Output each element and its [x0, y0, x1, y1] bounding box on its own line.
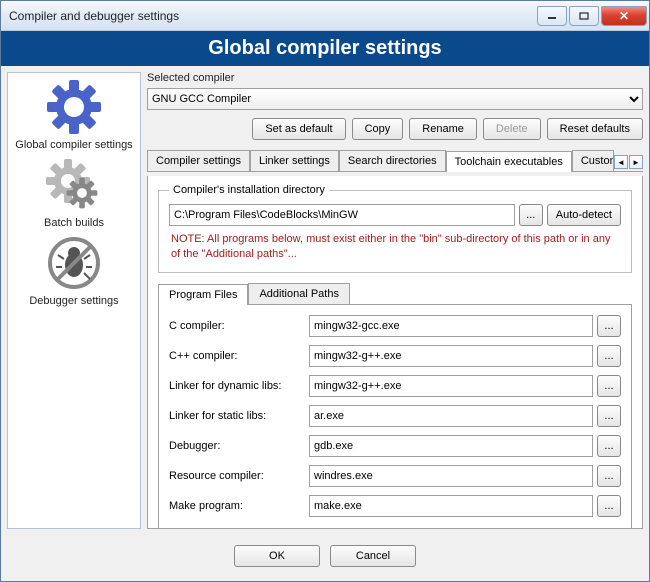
titlebar[interactable]: Compiler and debugger settings ✕	[1, 1, 649, 31]
rename-button[interactable]: Rename	[409, 118, 477, 140]
reset-defaults-button[interactable]: Reset defaults	[547, 118, 643, 140]
sidebar-item-label: Global compiler settings	[15, 139, 132, 151]
inner-tabbar: Program Files Additional Paths	[158, 283, 632, 305]
resource-compiler-label: Resource compiler:	[169, 470, 305, 482]
install-dir-fieldset: Compiler's installation directory ... Au…	[158, 184, 632, 273]
resource-compiler-browse[interactable]: ...	[597, 465, 621, 487]
banner-title: Global compiler settings	[1, 31, 649, 66]
sidebar: Global compiler settings	[7, 72, 141, 529]
make-program-label: Make program:	[169, 500, 305, 512]
resource-compiler-input[interactable]	[309, 465, 593, 487]
gear-icon	[46, 79, 102, 135]
debugger-browse[interactable]: ...	[597, 435, 621, 457]
selected-compiler-label: Selected compiler	[147, 72, 643, 84]
close-button[interactable]: ✕	[601, 6, 647, 26]
program-files-panel: C compiler:... C++ compiler:... Linker f…	[158, 305, 632, 529]
dyn-linker-label: Linker for dynamic libs:	[169, 380, 305, 392]
window-title: Compiler and debugger settings	[9, 9, 535, 23]
tab-scroll-right[interactable]: ►	[629, 155, 643, 169]
main-tabbar: Compiler settings Linker settings Search…	[147, 150, 643, 172]
bug-icon	[46, 235, 102, 291]
sidebar-item-batch-builds[interactable]: Batch builds	[10, 157, 138, 229]
cancel-button[interactable]: Cancel	[330, 545, 416, 567]
sidebar-item-debugger[interactable]: Debugger settings	[10, 235, 138, 307]
minimize-button[interactable]	[537, 6, 567, 26]
dyn-linker-browse[interactable]: ...	[597, 375, 621, 397]
static-linker-label: Linker for static libs:	[169, 410, 305, 422]
sidebar-item-label: Debugger settings	[29, 295, 118, 307]
compiler-select[interactable]: GNU GCC Compiler	[147, 88, 643, 110]
c-compiler-browse[interactable]: ...	[597, 315, 621, 337]
debugger-input[interactable]	[309, 435, 593, 457]
c-compiler-input[interactable]	[309, 315, 593, 337]
debugger-label: Debugger:	[169, 440, 305, 452]
static-linker-browse[interactable]: ...	[597, 405, 621, 427]
batch-icon	[46, 157, 102, 213]
tab-custom-vars[interactable]: Custom va	[572, 150, 614, 171]
copy-button[interactable]: Copy	[352, 118, 404, 140]
ok-button[interactable]: OK	[234, 545, 320, 567]
browse-button[interactable]: ...	[519, 204, 543, 226]
tab-scroll-left[interactable]: ◄	[614, 155, 628, 169]
make-program-browse[interactable]: ...	[597, 495, 621, 517]
inner-tab-program-files[interactable]: Program Files	[158, 284, 248, 305]
tab-content: Compiler's installation directory ... Au…	[147, 176, 643, 529]
sidebar-item-global-compiler[interactable]: Global compiler settings	[10, 79, 138, 151]
dialog-footer: OK Cancel	[1, 535, 649, 581]
c-compiler-label: C compiler:	[169, 320, 305, 332]
tab-search-directories[interactable]: Search directories	[339, 150, 446, 171]
maximize-button[interactable]	[569, 6, 599, 26]
sidebar-item-label: Batch builds	[44, 217, 104, 229]
cpp-compiler-browse[interactable]: ...	[597, 345, 621, 367]
cpp-compiler-input[interactable]	[309, 345, 593, 367]
make-program-input[interactable]	[309, 495, 593, 517]
inner-tab-additional-paths[interactable]: Additional Paths	[248, 283, 350, 304]
tab-linker-settings[interactable]: Linker settings	[250, 150, 339, 171]
set-default-button[interactable]: Set as default	[252, 118, 345, 140]
tab-compiler-settings[interactable]: Compiler settings	[147, 150, 250, 171]
install-dir-legend: Compiler's installation directory	[169, 184, 329, 196]
install-dir-note: NOTE: All programs below, must exist eit…	[171, 232, 619, 262]
cpp-compiler-label: C++ compiler:	[169, 350, 305, 362]
install-dir-input[interactable]	[169, 204, 515, 226]
dyn-linker-input[interactable]	[309, 375, 593, 397]
static-linker-input[interactable]	[309, 405, 593, 427]
auto-detect-button[interactable]: Auto-detect	[547, 204, 621, 226]
tab-toolchain-executables[interactable]: Toolchain executables	[446, 151, 572, 172]
delete-button: Delete	[483, 118, 541, 140]
